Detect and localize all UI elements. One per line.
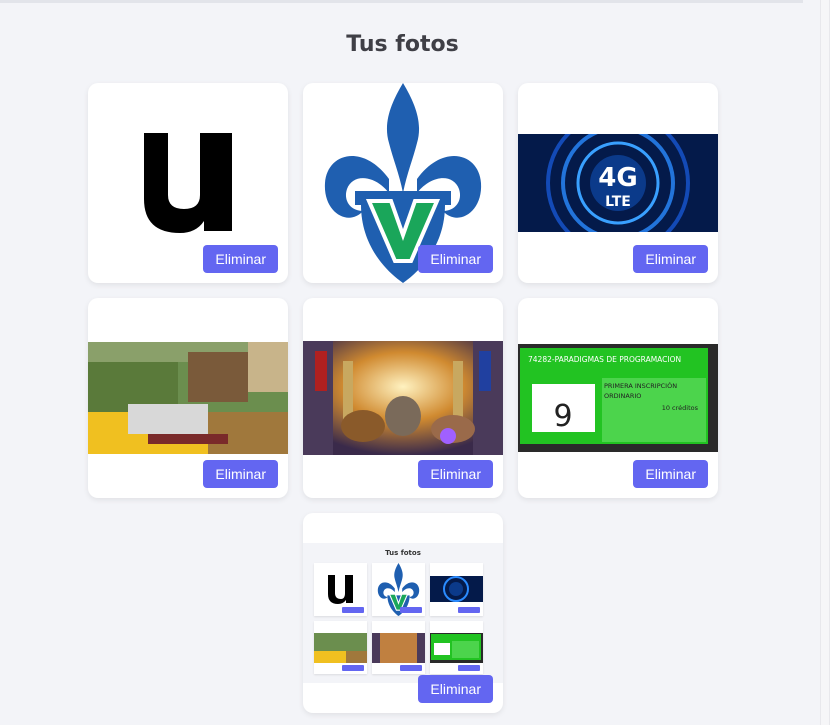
svg-text:PRIMERA INSCRIPCIÓN: PRIMERA INSCRIPCIÓN	[604, 381, 677, 390]
photo-card: Eliminar	[88, 298, 288, 498]
header-divider	[0, 0, 803, 3]
delete-button[interactable]: Eliminar	[418, 460, 493, 488]
delete-button[interactable]: Eliminar	[203, 245, 278, 273]
mini-delete-button	[342, 665, 364, 671]
mini-delete-button	[400, 665, 422, 671]
u-logo-image	[144, 133, 232, 233]
photo-card: Eliminar	[303, 83, 503, 283]
scrollbar-thumb[interactable]	[821, 0, 829, 725]
photo-card: Tus fotos Eliminar	[303, 513, 503, 713]
mini-delete-button	[400, 607, 422, 613]
scrollbar[interactable]	[820, 0, 830, 725]
mini-card	[314, 563, 367, 616]
mini-card	[430, 563, 483, 616]
delete-button[interactable]: Eliminar	[633, 245, 708, 273]
mini-card	[372, 563, 425, 616]
photo-card: 4G LTE Eliminar	[518, 83, 718, 283]
screenshot-title: Tus fotos	[385, 549, 421, 557]
page-screenshot-image: Tus fotos	[303, 543, 503, 683]
mini-delete-button	[458, 665, 480, 671]
photo-card: 74282-PARADIGMAS DE PROGRAMACION 9 PRIME…	[518, 298, 718, 498]
photo-card: Eliminar	[303, 298, 503, 498]
page-title: Tus fotos	[346, 32, 459, 57]
4g-lte-image: 4G LTE	[518, 134, 718, 232]
svg-text:9: 9	[553, 399, 572, 434]
svg-text:10 créditos: 10 créditos	[662, 404, 699, 412]
photo-grid: Eliminar Eliminar 4G LTE Eliminar Elimin…	[88, 83, 718, 713]
delete-button[interactable]: Eliminar	[418, 675, 493, 703]
minecraft-screenshot-image	[88, 342, 288, 454]
delete-button[interactable]: Eliminar	[633, 460, 708, 488]
svg-text:4G: 4G	[598, 163, 637, 193]
svg-text:ORDINARIO: ORDINARIO	[604, 392, 641, 400]
delete-button[interactable]: Eliminar	[203, 460, 278, 488]
photo-card: Eliminar	[88, 83, 288, 283]
course-grade-image: 74282-PARADIGMAS DE PROGRAMACION 9 PRIME…	[518, 344, 718, 452]
mini-card	[372, 621, 425, 674]
delete-button[interactable]: Eliminar	[418, 245, 493, 273]
svg-text:74282-PARADIGMAS DE PROGRAMACI: 74282-PARADIGMAS DE PROGRAMACION	[528, 355, 681, 364]
svg-text:LTE: LTE	[605, 194, 631, 210]
mini-delete-button	[342, 607, 364, 613]
mini-card	[314, 621, 367, 674]
grid-spacer	[88, 513, 288, 713]
fantasy-art-image	[303, 341, 503, 455]
mini-delete-button	[458, 607, 480, 613]
mini-card	[430, 621, 483, 674]
